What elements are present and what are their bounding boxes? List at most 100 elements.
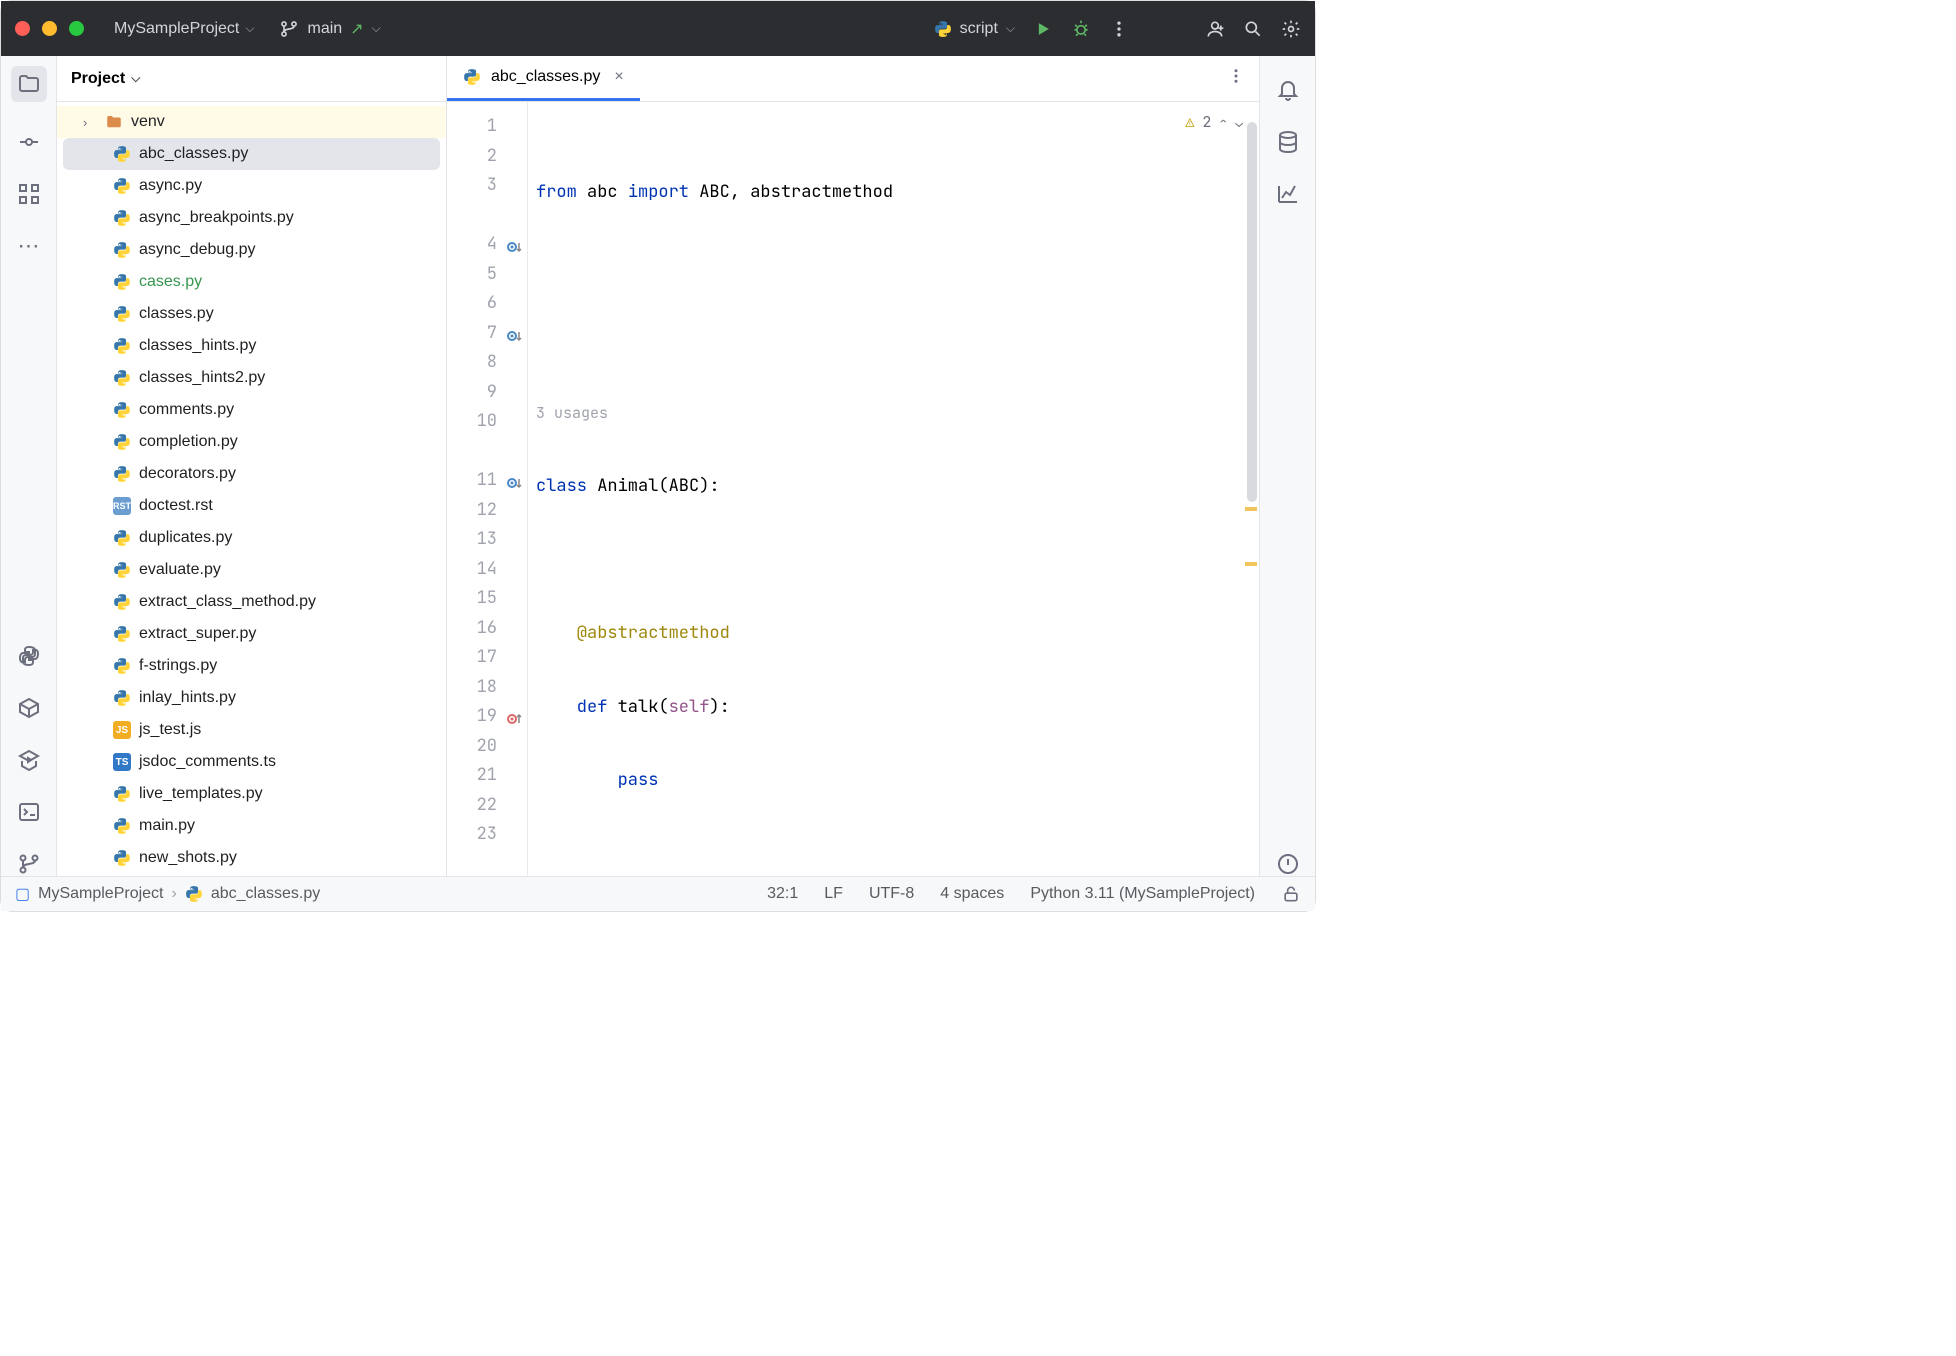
push-arrow-icon: ↗ [350, 19, 363, 39]
database-tool-button[interactable] [1276, 130, 1300, 154]
chevron-down-icon: ⌵ [245, 21, 254, 36]
run-configuration-selector[interactable]: script ⌵ [934, 20, 1015, 38]
close-tab-icon[interactable]: × [614, 68, 623, 86]
implementations-down-icon[interactable] [507, 472, 523, 488]
python-console-tool-button[interactable] [17, 644, 41, 668]
python-icon [113, 849, 131, 867]
editor: abc_classes.py × 12345678910111213141516… [447, 56, 1259, 876]
caret-position[interactable]: 32:1 [767, 885, 798, 903]
file-name: extract_class_method.py [139, 593, 316, 611]
lock-icon[interactable] [1281, 884, 1301, 904]
file-name: comments.py [139, 401, 234, 419]
python-interpreter[interactable]: Python 3.11 (MySampleProject) [1030, 885, 1255, 903]
prev-highlight-icon[interactable]: ⌃ [1219, 114, 1227, 131]
file-name: cases.py [139, 273, 202, 291]
right-tool-rail [1259, 56, 1315, 876]
file-name: extract_super.py [139, 625, 256, 643]
python-icon [463, 68, 481, 86]
vcs-branch-widget[interactable]: main ↗ ⌵ [279, 19, 380, 39]
python-icon [113, 689, 131, 707]
titlebar: MySampleProject ⌵ main ↗ ⌵ script ⌵ [1, 1, 1315, 56]
implementations-down-icon[interactable] [507, 236, 523, 252]
editor-tabs: abc_classes.py × [447, 56, 1259, 102]
module-icon: ▢ [15, 884, 30, 904]
file-encoding[interactable]: UTF-8 [869, 885, 914, 903]
chevron-down-icon: ⌵ [1006, 21, 1015, 36]
close-window-button[interactable] [15, 21, 30, 36]
more-tools-button[interactable]: ⋯ [17, 234, 41, 258]
error-stripe-mark[interactable] [1245, 562, 1257, 566]
file-name: f-strings.py [139, 657, 217, 675]
implementations-down-icon[interactable] [507, 325, 523, 341]
override-up-icon[interactable] [507, 708, 523, 724]
breadcrumb-separator: › [172, 885, 177, 903]
file-name: async_debug.py [139, 241, 256, 259]
branch-name: main [307, 20, 342, 38]
zoom-window-button[interactable] [69, 21, 84, 36]
project-tree[interactable]: › venv abc_classes.pyasync.pyasync_break… [57, 102, 446, 876]
warning-icon: ⚠ [1185, 112, 1194, 132]
left-tool-rail: ⋯ [1, 56, 57, 876]
sciview-tool-button[interactable] [1276, 182, 1300, 206]
file-name: classes.py [139, 305, 214, 323]
tree-file[interactable]: inlay_hints.py [57, 682, 446, 714]
file-name: live_templates.py [139, 785, 263, 803]
run-config-name: script [960, 20, 998, 38]
tab-filename: abc_classes.py [491, 68, 600, 86]
file-name: jsdoc_comments.ts [139, 753, 276, 771]
statusbar: ▢ MySampleProject › abc_classes.py 32:1 … [1, 876, 1315, 911]
file-name: decorators.py [139, 465, 236, 483]
file-name: async.py [139, 177, 202, 195]
search-everywhere-icon[interactable] [1243, 19, 1263, 39]
project-tool-window: Project ⌵ › venv abc_classes.pyasync.pya… [57, 56, 447, 876]
settings-icon[interactable] [1281, 19, 1301, 39]
inspection-count: 2 [1202, 112, 1211, 132]
structure-tool-button[interactable] [17, 182, 41, 206]
next-highlight-icon[interactable]: ⌄ [1235, 114, 1243, 131]
editor-body[interactable]: 1234567891011121314151617181920212223 ⚠ … [447, 102, 1259, 876]
file-name: main.py [139, 817, 195, 835]
vcs-tool-button[interactable] [17, 852, 41, 876]
file-name: classes_hints.py [139, 337, 256, 355]
chevron-right-icon: › [83, 115, 97, 130]
tree-file[interactable]: new_shots.py [57, 842, 446, 874]
usages-hint[interactable]: 3 usages [536, 399, 1259, 429]
terminal-tool-button[interactable] [17, 800, 41, 824]
file-name: completion.py [139, 433, 238, 451]
editor-tab-active[interactable]: abc_classes.py × [447, 56, 640, 101]
project-view-selector[interactable]: Project ⌵ [57, 56, 446, 102]
minimize-window-button[interactable] [42, 21, 57, 36]
file-name: inlay_hints.py [139, 689, 236, 707]
window-controls [15, 21, 84, 36]
python-packages-tool-button[interactable] [17, 696, 41, 720]
project-name: MySampleProject [114, 20, 239, 38]
error-stripe-mark[interactable] [1245, 507, 1257, 511]
project-header-label: Project [71, 70, 125, 88]
indent-settings[interactable]: 4 spaces [940, 885, 1004, 903]
gutter[interactable]: 1234567891011121314151617181920212223 [447, 102, 527, 876]
debug-button[interactable] [1071, 19, 1091, 39]
problems-tool-button[interactable] [1276, 852, 1300, 876]
file-name: async_breakpoints.py [139, 209, 294, 227]
line-separator[interactable]: LF [824, 885, 843, 903]
code-with-me-icon[interactable] [1205, 19, 1225, 39]
more-actions-button[interactable] [1109, 19, 1129, 39]
scrollbar-thumb[interactable] [1247, 122, 1257, 502]
navbar-breadcrumbs[interactable]: ▢ MySampleProject › abc_classes.py [15, 884, 320, 904]
notifications-tool-button[interactable] [1276, 78, 1300, 102]
services-tool-button[interactable] [17, 748, 41, 772]
branch-icon [279, 19, 299, 39]
file-name: duplicates.py [139, 529, 232, 547]
breadcrumb-file[interactable]: abc_classes.py [211, 885, 320, 903]
code-area[interactable]: ⚠ 2 ⌃ ⌄ from abc import ABC, abstractmet… [527, 102, 1259, 876]
breadcrumb-project[interactable]: MySampleProject [38, 885, 163, 903]
project-selector[interactable]: MySampleProject ⌵ [114, 20, 254, 38]
folder-name: venv [131, 113, 165, 131]
project-tool-button[interactable] [11, 66, 47, 102]
file-name: evaluate.py [139, 561, 221, 579]
run-button[interactable] [1033, 19, 1053, 39]
tab-more-actions[interactable] [1227, 67, 1259, 90]
python-icon [185, 885, 203, 903]
inspection-widget[interactable]: ⚠ 2 ⌃ ⌄ [1185, 112, 1243, 132]
commit-tool-button[interactable] [17, 130, 41, 154]
